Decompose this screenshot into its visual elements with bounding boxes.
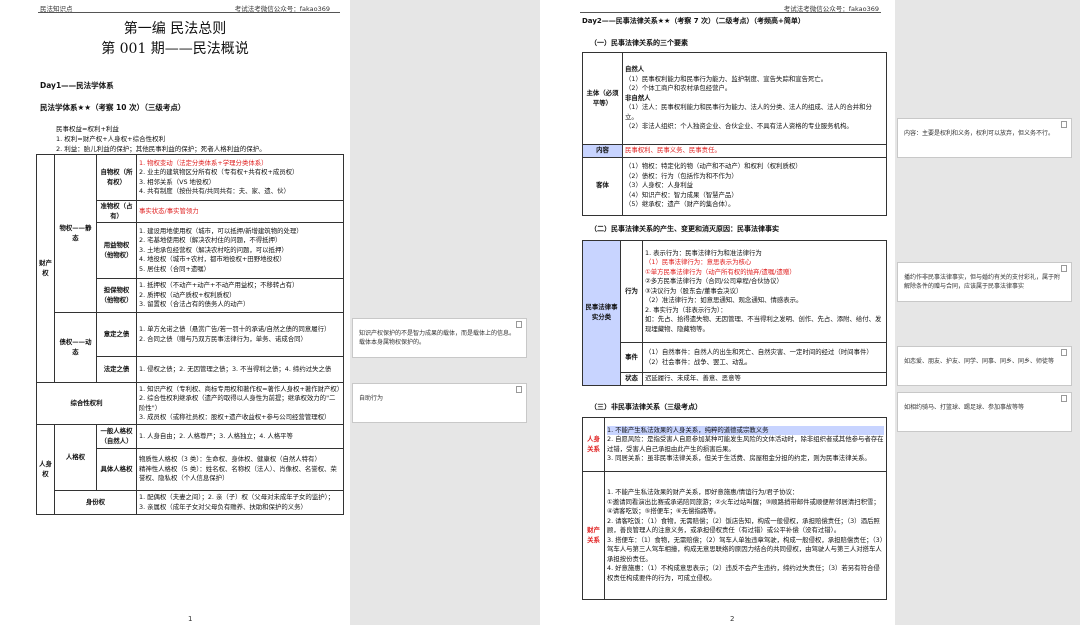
comment-note[interactable]: 播约作非民事法律事实，但与婚约有关的支付彩礼，属于附解除条件的赠与合同，应该属于… <box>897 262 1072 302</box>
comment-note[interactable]: 如相约骑马、打篮球、踢足球、参加事故等等 <box>897 392 1072 432</box>
row-header: 民事法律事实分类 <box>582 240 621 386</box>
day-heading: Day1——民法学体系 <box>40 81 114 90</box>
row-header: 事件 <box>620 342 643 373</box>
row-header: 主体（必须平等） <box>582 52 623 145</box>
header-rule <box>38 12 340 13</box>
row-header: 身份权 <box>54 490 137 515</box>
table-cell: 1. 不能产生私法效果的财产关系，即好意施惠/情谊行为/君子协议： ①邀请同看演出… <box>604 471 887 600</box>
issue-title: 第 001 期——民法概说 <box>101 41 249 57</box>
row-header: 法定之债 <box>96 356 137 383</box>
row-header: 具体人格权 <box>96 448 137 491</box>
table-row: 财产权 物权——静态 自物权（所有权） 1. 物权变动（法定分类体系+学理分类体… <box>36 154 344 383</box>
civil-law-system-table: 财产权 物权——静态 自物权（所有权） 1. 物权变动（法定分类体系+学理分类体… <box>36 154 344 515</box>
row-header: 用益物权（他物权） <box>96 222 137 279</box>
table-row: 内容 民事权利、民事义务、民事责任。 <box>582 144 887 158</box>
table-cell: 1. 人身自由；2. 人格尊严；3. 人格独立；4. 人格平等 <box>136 424 344 449</box>
table-cell: 事实状态/事实管领力 <box>136 200 344 223</box>
row-header: 债权——动态 <box>54 312 97 383</box>
comment-icon <box>1061 265 1067 272</box>
row-header: 一般人格权（自然人） <box>96 424 137 449</box>
row-header: 内容 <box>582 144 623 158</box>
row-header: 客体 <box>582 156 623 216</box>
text-line: 1. 权利=财产权+人身权+综合性权利 <box>56 135 166 143</box>
section-heading: （三）非民事法律关系（三级考点） <box>590 403 702 411</box>
table-row: 事件 （1）自然事件：自然人的出生和死亡、自然灾害、一定时间的经过（时间事件）（… <box>583 342 887 373</box>
row-header: 财产关系 <box>582 471 605 600</box>
table-cell: （1）物权：特定化的物（动产和不动产）和权利（权利质权） （2）债权：行为（包括作… <box>622 156 887 216</box>
row-header: 人身关系 <box>582 417 605 472</box>
day-heading: Day2——民事法律关系★★（考察 7 次）（二级考点）（考频高+简单） <box>582 17 805 25</box>
row-header: 行为 <box>620 240 643 343</box>
row-header: 人身权 <box>36 424 55 515</box>
row-header: 担保物权（他物权） <box>96 278 137 313</box>
comment-note[interactable]: 自助行为 <box>352 383 527 423</box>
row-header: 准物权（占有） <box>96 200 137 223</box>
text-line: 民事权益=权利+利益 <box>56 125 119 133</box>
comment-icon <box>1061 121 1067 128</box>
table-cell: 1. 侵权之债；2. 无因管理之债；3. 不当得利之债；4. 缔约过失之债 <box>136 356 344 383</box>
table-cell: 1. 抵押权（不动产+动产+不动产用益权；不移转占有） 2. 质押权（动产质权+权… <box>136 278 344 313</box>
table-cell: 1. 单方允诺之债（悬赏广告/若一罚十的承诺/自然之债的同意履行） 2. 合同之债… <box>136 312 344 357</box>
section-heading: （二）民事法律关系的产生、变更和消灭原因：民事法律事实 <box>590 225 779 233</box>
legal-facts-table: 民事法律事实分类 行为 1. 表示行为：民事法律行为和准法律行为 （1）民事法律行… <box>582 240 887 386</box>
chapter-title: 第一编 民法总则 <box>123 21 227 37</box>
row-header: 综合性权利 <box>36 382 137 425</box>
page-number: 1 <box>188 615 193 623</box>
legal-relation-elements-table: 主体（必须平等） 自然人 （1）民事权利能力和民事行为能力、监护制度、宣告失踪和宣… <box>582 52 887 216</box>
table-row: 人身关系 1. 不能产生私法效果的人身关系，纯粹的道德或宗教义务 2. 自愿风险：… <box>582 417 887 472</box>
row-header: 财产权 <box>36 154 55 383</box>
table-cell: 1. 知识产权（专利权、商标专用权和著作权=著作人身权+著作财产权） 2. 综合性… <box>136 382 344 425</box>
document-page-1: 民法知识点 考试法考微信公众号：fakao369 第一编 民法总则 第 001 … <box>0 0 350 625</box>
table-row: 客体 （1）物权：特定化的物（动产和不动产）和权利（权利质权） （2）债权：行为（… <box>582 156 887 216</box>
table-cell: 民事权利、民事义务、民事责任。 <box>622 144 887 158</box>
row-header: 物权——静态 <box>54 154 97 313</box>
table-cell: 自然人 （1）民事权利能力和民事行为能力、监护制度、宣告失踪和宣告死亡。 （2）个体… <box>622 52 887 145</box>
table-cell: 迟延履行、未成年、善意、恶意等 <box>642 372 887 386</box>
table-row: 财产关系 1. 不能产生私法效果的财产关系，即好意施惠/情谊行为/君子协议： ①邀… <box>582 471 887 600</box>
row-header: 自物权（所有权） <box>96 154 137 201</box>
table-row: 综合性权利 1. 知识产权（专利权、商标专用权和著作权=著作人身权+著作财产权）… <box>36 382 344 425</box>
table-cell: 1. 配偶权（夫妻之间）；2. 亲（子）权（父母对未成年子女的监护）； 3. 亲属… <box>136 490 344 515</box>
comment-icon <box>1061 349 1067 356</box>
table-cell: 1. 表示行为：民事法律行为和准法律行为 （1）民事法律行为：意思表示为核心 ①单方… <box>642 240 887 343</box>
table-cell: 1. 物权变动（法定分类体系+学理分类体系） 2. 业主的建筑物区分所有权（专有权… <box>136 154 344 201</box>
table-cell: 1. 不能产生私法效果的人身关系，纯粹的道德或宗教义务 2. 自愿风险：是指受害人… <box>604 417 887 472</box>
document-page-2: 考试法考微信公众号：fakao369 Day2——民事法律关系★★（考察 7 次… <box>540 0 895 625</box>
comment-icon <box>1061 395 1067 402</box>
table-row: 主体（必须平等） 自然人 （1）民事权利能力和民事行为能力、监护制度、宣告失踪和宣… <box>582 52 887 145</box>
table-row: 状态 迟延履行、未成年、善意、恶意等 <box>583 372 887 386</box>
section-heading: 民法学体系★★（考察 10 次）（三级考点） <box>40 103 186 112</box>
comment-note[interactable]: 知识产权保护的不是智力成果的载体，而是载体上的信息。载体本身属物权保护的。 <box>352 318 527 358</box>
table-cell: 物质性人格权（3 类）：生命权、身体权、健康权（自然人特有） 精神性人格权（5 类… <box>136 448 344 491</box>
table-row: 人身权 人格权 一般人格权（自然人） 1. 人身自由；2. 人格尊严；3. 人格… <box>36 424 344 515</box>
row-header: 状态 <box>620 372 643 386</box>
table-cell: 1. 建设用地使用权（城市，可以抵押/新增建筑物的处理） 2. 宅基地使用权（解决… <box>136 222 344 279</box>
table-cell: （1）自然事件：自然人的出生和死亡、自然灾害、一定时间的经过（时间事件） （2）社… <box>642 342 887 373</box>
table-row: 债权——动态 意定之债 1. 单方允诺之债（悬赏广告/若一罚十的承诺/自然之债的… <box>37 312 344 383</box>
comment-note[interactable]: 内容：主要是权利和义务，权利可以放弃，但义务不行。 <box>897 118 1072 158</box>
comment-note[interactable]: 如恋爱、朋友、护友、同学、同事、同乡、同乡、师徒等 <box>897 346 1072 386</box>
table-row: 民事法律事实分类 行为 1. 表示行为：民事法律行为和准法律行为 （1）民事法律行… <box>582 240 887 386</box>
row-header: 人格权 <box>54 424 97 491</box>
header-rule <box>580 12 881 13</box>
comment-margin: 内容：主要是权利和义务，权利可以放弃，但义务不行。 播约作非民事法律事实，但与婚… <box>895 0 1080 625</box>
page-number: 2 <box>730 615 735 623</box>
table-row: 身份权 1. 配偶权（夫妻之间）；2. 亲（子）权（父母对未成年子女的监护）； 3… <box>37 490 344 515</box>
row-header: 意定之债 <box>96 312 137 357</box>
non-civil-relations-table: 人身关系 1. 不能产生私法效果的人身关系，纯粹的道德或宗教义务 2. 自愿风险：… <box>582 417 887 600</box>
section-heading: （一）民事法律关系的三个要素 <box>590 39 688 47</box>
text-line: 2. 利益：胎儿利益的保护；其他民事利益的保护；死者人格利益的保护。 <box>56 145 266 153</box>
comment-icon <box>516 321 522 328</box>
comment-margin: 知识产权保护的不是智力成果的载体，而是载体上的信息。载体本身属物权保护的。 自助… <box>350 0 540 625</box>
comment-icon <box>516 386 522 393</box>
